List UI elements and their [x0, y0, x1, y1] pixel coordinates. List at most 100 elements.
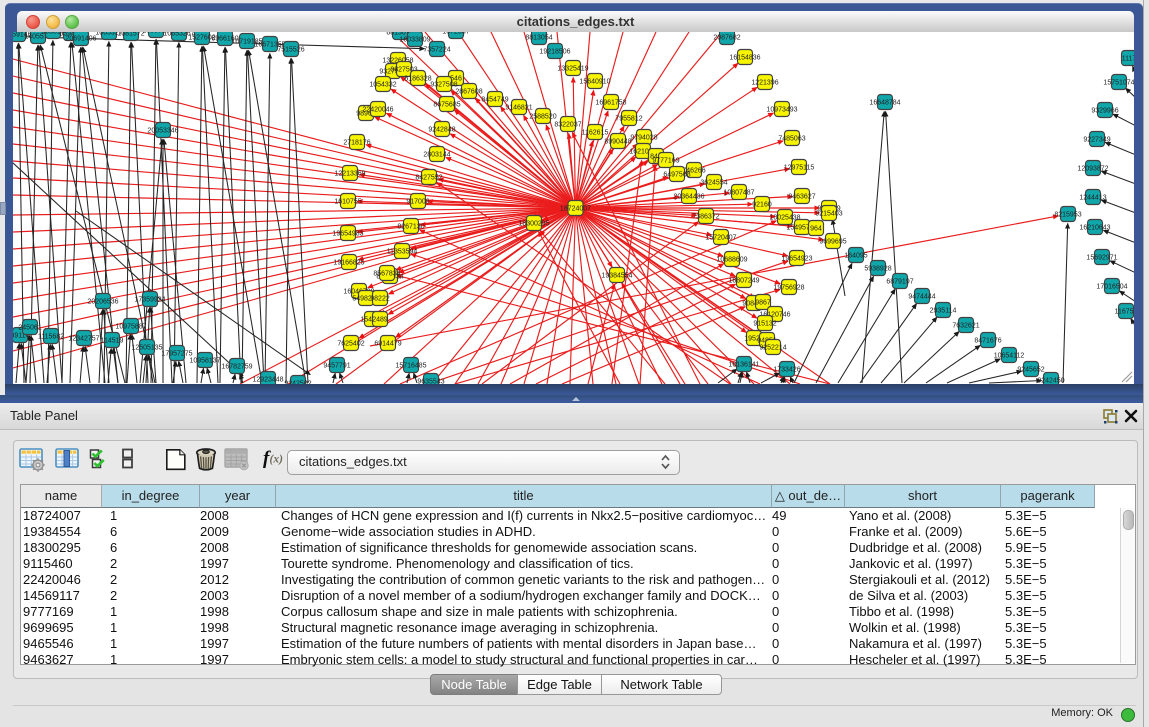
- svg-text:10958137: 10958137: [189, 357, 220, 364]
- svg-text:1081572: 1081572: [117, 32, 144, 37]
- svg-text:20053346: 20053346: [147, 127, 178, 134]
- svg-text:2803144: 2803144: [423, 151, 450, 158]
- svg-text:2588520: 2588520: [529, 113, 556, 120]
- svg-text:1221396: 1221396: [751, 79, 778, 86]
- svg-text:9329966: 9329966: [1091, 107, 1118, 114]
- svg-text:13325419: 13325419: [557, 65, 588, 72]
- svg-text:16782759: 16782759: [221, 363, 252, 370]
- svg-text:9227349: 9227349: [1083, 136, 1110, 143]
- svg-text:(x): (x): [270, 454, 284, 466]
- svg-text:9252214: 9252214: [759, 344, 786, 351]
- svg-text:15751074: 15751074: [1103, 79, 1134, 86]
- svg-text:10654112: 10654112: [994, 352, 1025, 359]
- svg-text:11353594: 11353594: [387, 248, 418, 255]
- svg-text:1572337: 1572337: [442, 32, 469, 35]
- svg-text:8813054: 8813054: [525, 34, 552, 41]
- svg-text:1117: 1117: [1122, 55, 1134, 62]
- svg-text:22420046: 22420046: [362, 106, 393, 113]
- svg-text:9635543: 9635543: [417, 378, 444, 384]
- svg-text:7955812: 7955812: [615, 115, 642, 122]
- svg-text:9867: 9867: [755, 299, 771, 306]
- svg-text:15692971: 15692971: [1086, 254, 1117, 261]
- svg-text:8215953: 8215953: [1054, 211, 1081, 218]
- svg-text:20364436: 20364436: [673, 193, 704, 200]
- svg-text:7625402: 7625402: [337, 340, 364, 347]
- svg-text:964: 964: [810, 225, 822, 232]
- svg-text:7485063: 7485063: [778, 135, 805, 142]
- svg-text:16136141: 16136141: [728, 361, 759, 368]
- svg-text:1162615: 1162615: [582, 129, 609, 136]
- svg-text:8267130: 8267130: [397, 223, 424, 230]
- svg-text:19166825: 19166825: [333, 259, 364, 266]
- svg-text:9242450: 9242450: [1037, 377, 1064, 384]
- svg-text:164095: 164095: [844, 252, 867, 259]
- svg-text:2867608: 2867608: [455, 88, 482, 95]
- svg-text:5938928: 5938928: [864, 265, 891, 272]
- svg-text:7386372: 7386372: [692, 213, 719, 220]
- svg-text:9457791: 9457791: [323, 362, 350, 369]
- svg-text:12213369: 12213369: [334, 170, 365, 177]
- svg-text:9327508: 9327508: [430, 81, 457, 88]
- svg-text:7632621: 7632621: [952, 322, 979, 329]
- svg-text:12505135: 12505135: [131, 344, 162, 351]
- svg-text:917006: 917006: [406, 198, 429, 205]
- svg-text:8471676: 8471676: [974, 337, 1001, 344]
- svg-text:7515526: 7515526: [277, 46, 304, 53]
- svg-text:10807487: 10807487: [723, 189, 754, 196]
- svg-text:8322037: 8322037: [554, 121, 581, 128]
- svg-text:915132: 915132: [753, 320, 776, 327]
- svg-text:2718176: 2718176: [343, 139, 370, 146]
- svg-text:17359924: 17359924: [134, 296, 165, 303]
- svg-text:16210643: 16210643: [1079, 224, 1110, 231]
- svg-text:19654983: 19654983: [332, 230, 363, 237]
- svg-text:19654923: 19654923: [781, 255, 812, 262]
- svg-text:16154836: 16154836: [729, 54, 760, 61]
- svg-text:17957275: 17957275: [161, 350, 192, 357]
- svg-text:19384554: 19384554: [601, 272, 632, 279]
- svg-text:10973493: 10973493: [766, 106, 797, 113]
- svg-text:20206536: 20206536: [87, 298, 118, 305]
- svg-text:12975115: 12975115: [784, 164, 815, 171]
- svg-text:1054332: 1054332: [369, 81, 396, 88]
- svg-text:15720407: 15720407: [705, 234, 736, 241]
- svg-text:2087682: 2087682: [713, 34, 740, 41]
- svg-text:19756928: 19756928: [773, 284, 804, 291]
- svg-text:245061: 245061: [18, 324, 41, 331]
- svg-text:16961758: 16961758: [595, 99, 626, 106]
- svg-text:18300295: 18300295: [518, 220, 549, 227]
- svg-text:6497568: 6497568: [663, 171, 690, 178]
- svg-text:16648784: 16648784: [869, 99, 900, 106]
- svg-text:1244413: 1244413: [1079, 194, 1106, 201]
- svg-text:8427552: 8427552: [415, 174, 442, 181]
- svg-text:12342757: 12342757: [68, 335, 99, 342]
- svg-text:18724007: 18724007: [560, 205, 591, 212]
- svg-text:7357224: 7357224: [423, 46, 450, 53]
- svg-text:6879197: 6879197: [886, 278, 913, 285]
- svg-text:20691406: 20691406: [65, 35, 96, 42]
- svg-text:9699695: 9699695: [819, 238, 846, 245]
- svg-text:9242502: 9242502: [284, 380, 311, 384]
- svg-text:10975887: 10975887: [115, 323, 146, 330]
- svg-text:9463627: 9463627: [788, 193, 815, 200]
- svg-text:19218506: 19218506: [539, 48, 570, 55]
- svg-text:18807249: 18807249: [728, 277, 759, 284]
- svg-text:8186328: 8186328: [404, 75, 431, 82]
- svg-text:16033809: 16033809: [399, 36, 430, 43]
- svg-text:9215403: 9215403: [815, 210, 842, 217]
- svg-text:17016504: 17016504: [1096, 283, 1127, 290]
- svg-text:8990448: 8990448: [604, 138, 631, 145]
- svg-text:9794028: 9794028: [630, 134, 657, 141]
- svg-text:98222: 98222: [370, 295, 390, 302]
- svg-text:9474444: 9474444: [908, 293, 935, 300]
- svg-text:12093872: 12093872: [1077, 165, 1108, 172]
- svg-text:9777169: 9777169: [652, 157, 679, 164]
- svg-text:12923448: 12923448: [252, 376, 283, 383]
- svg-text:114519: 114519: [101, 337, 124, 344]
- svg-text:15716485: 15716485: [395, 362, 426, 369]
- svg-text:2489: 2489: [372, 316, 388, 323]
- svg-text:116753: 116753: [1115, 308, 1134, 315]
- svg-text:9242848: 9242848: [428, 126, 455, 133]
- svg-text:3624554: 3624554: [700, 179, 727, 186]
- svg-text:15640910: 15640910: [579, 78, 610, 85]
- svg-text:10688609: 10688609: [716, 256, 747, 263]
